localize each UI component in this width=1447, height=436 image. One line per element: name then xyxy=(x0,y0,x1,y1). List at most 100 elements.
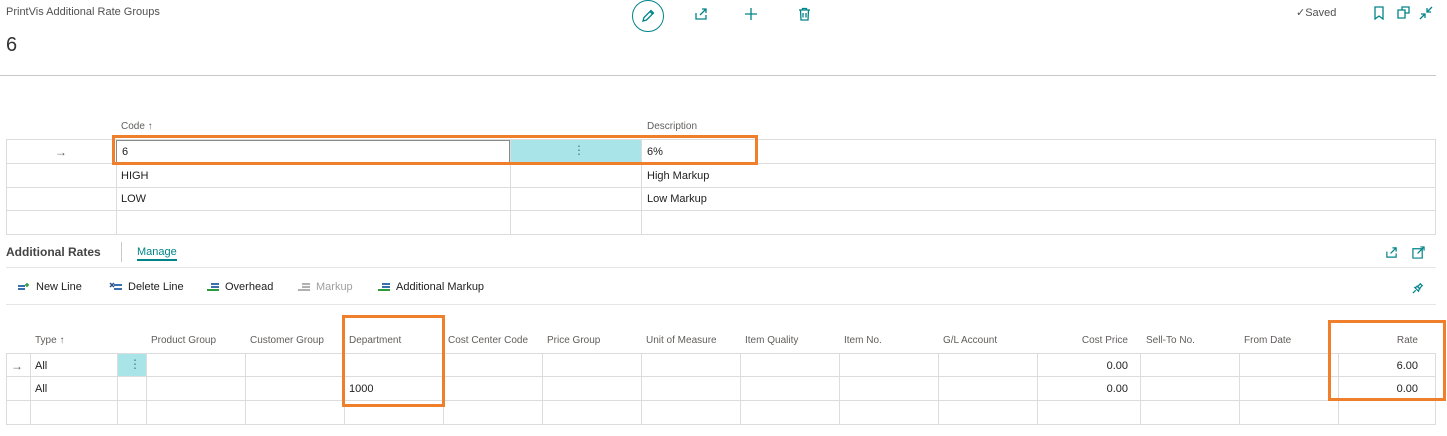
cost-price-value[interactable]: 0.00 xyxy=(1042,383,1128,395)
grid-line xyxy=(30,353,31,425)
grid-line xyxy=(542,353,543,425)
grid-line xyxy=(1037,353,1038,425)
column-header-description[interactable]: Description xyxy=(647,121,697,132)
bookmark-icon xyxy=(1374,6,1384,20)
grid-line xyxy=(839,353,840,425)
add-button[interactable] xyxy=(740,4,762,24)
collapse-icon xyxy=(1419,6,1433,20)
new-line-button[interactable]: New Line xyxy=(17,281,82,293)
column-header-unit-of-measure[interactable]: Unit of Measure xyxy=(646,335,717,346)
open-new-window-button[interactable] xyxy=(1395,4,1413,22)
grid-line xyxy=(6,400,1436,401)
share-part-button[interactable] xyxy=(1382,244,1400,260)
rate-value[interactable]: 0.00 xyxy=(1340,383,1418,395)
personalize-button[interactable] xyxy=(1409,279,1427,295)
column-header-cost-center-code[interactable]: Cost Center Code xyxy=(448,335,528,346)
grid-line xyxy=(6,376,1436,377)
new-line-icon xyxy=(18,283,29,290)
row-actions-cell[interactable]: ⋮ xyxy=(511,140,641,163)
column-header-product-group[interactable]: Product Group xyxy=(151,335,216,346)
row-indicator-arrow: → xyxy=(11,359,23,373)
description-value[interactable]: 6% xyxy=(647,146,663,158)
overhead-button[interactable]: Overhead xyxy=(206,281,273,293)
expand-part-button[interactable] xyxy=(1409,244,1427,260)
grid-line xyxy=(6,139,7,235)
share-button[interactable] xyxy=(690,4,712,24)
column-header-item-no[interactable]: Item No. xyxy=(844,335,882,346)
row-actions-cell[interactable]: ⋮ xyxy=(118,354,146,376)
additional-markup-label: Additional Markup xyxy=(396,281,485,293)
share-icon xyxy=(1385,246,1397,258)
new-line-label: New Line xyxy=(36,281,82,293)
column-header-department[interactable]: Department xyxy=(349,335,401,346)
delete-line-label: Delete Line xyxy=(128,281,184,293)
pin-icon xyxy=(1412,282,1423,293)
grid-line xyxy=(938,353,939,425)
markup-icon xyxy=(298,283,310,291)
grid-line xyxy=(6,163,1436,164)
delete-icon xyxy=(798,7,810,21)
row-indicator-arrow: → xyxy=(55,145,67,159)
delete-line-button[interactable]: Delete Line xyxy=(109,281,184,293)
tab-manage[interactable]: Manage xyxy=(137,246,177,261)
additional-markup-icon xyxy=(378,283,390,291)
rate-value[interactable]: 6.00 xyxy=(1340,360,1418,372)
code-input[interactable]: 6 xyxy=(116,140,510,163)
section-line xyxy=(6,267,1436,268)
section-divider xyxy=(121,242,122,262)
grid-line xyxy=(1435,353,1436,425)
column-header-rate[interactable]: Rate xyxy=(1340,335,1418,346)
grid-line xyxy=(1338,353,1339,425)
bookmark-button[interactable] xyxy=(1370,4,1388,22)
column-header-customer-group[interactable]: Customer Group xyxy=(250,335,324,346)
edit-button[interactable] xyxy=(632,0,664,32)
grid-line xyxy=(1140,353,1141,425)
column-header-sell-to-no[interactable]: Sell-To No. xyxy=(1146,335,1195,346)
description-value[interactable]: Low Markup xyxy=(647,193,707,205)
grid-line xyxy=(146,353,147,425)
header-divider xyxy=(0,75,1436,76)
type-value[interactable]: All xyxy=(35,383,47,395)
delete-button[interactable] xyxy=(793,4,815,24)
breadcrumb: PrintVis Additional Rate Groups xyxy=(6,6,160,18)
more-options-icon[interactable]: ⋮ xyxy=(573,143,585,157)
overhead-icon xyxy=(207,283,219,291)
column-header-gl-account[interactable]: G/L Account xyxy=(943,335,997,346)
expand-icon xyxy=(1411,245,1425,259)
grid-line xyxy=(6,210,1436,211)
code-value[interactable]: LOW xyxy=(121,193,146,205)
code-value: 6 xyxy=(122,146,129,158)
column-header-type[interactable]: Type ↑ xyxy=(35,335,64,346)
markup-button[interactable]: Markup xyxy=(297,281,353,293)
column-header-price-group[interactable]: Price Group xyxy=(547,335,600,346)
collapse-button[interactable] xyxy=(1417,4,1435,22)
additional-markup-button[interactable]: Additional Markup xyxy=(377,281,484,293)
column-header-item-quality[interactable]: Item Quality xyxy=(745,335,798,346)
column-header-code[interactable]: Code ↑ xyxy=(121,121,153,132)
grid-line xyxy=(6,187,1436,188)
grid-line xyxy=(1239,353,1240,425)
type-value[interactable]: All xyxy=(35,360,47,372)
grid-line xyxy=(6,424,1436,425)
check-icon: ✓ xyxy=(1296,7,1306,19)
open-new-window-icon xyxy=(1397,6,1410,19)
cost-price-value[interactable]: 0.00 xyxy=(1042,360,1128,372)
code-value[interactable]: HIGH xyxy=(121,170,149,182)
grid-line xyxy=(245,353,246,425)
column-header-cost-price[interactable]: Cost Price xyxy=(1042,335,1128,346)
grid-line xyxy=(344,353,345,425)
department-value[interactable]: 1000 xyxy=(349,383,373,395)
delete-line-icon xyxy=(109,282,122,290)
grid-line xyxy=(1435,139,1436,235)
section-title: Additional Rates xyxy=(6,245,101,259)
grid-line xyxy=(443,353,444,425)
grid-line xyxy=(6,234,1436,235)
grid-line xyxy=(6,353,7,425)
column-header-from-date[interactable]: From Date xyxy=(1244,335,1291,346)
toolbar-line xyxy=(6,304,1436,305)
grid-line xyxy=(6,353,1436,354)
add-icon xyxy=(745,8,757,20)
saved-status: ✓Saved xyxy=(1296,7,1337,19)
description-value[interactable]: High Markup xyxy=(647,170,709,182)
more-options-icon[interactable]: ⋮ xyxy=(129,357,141,371)
